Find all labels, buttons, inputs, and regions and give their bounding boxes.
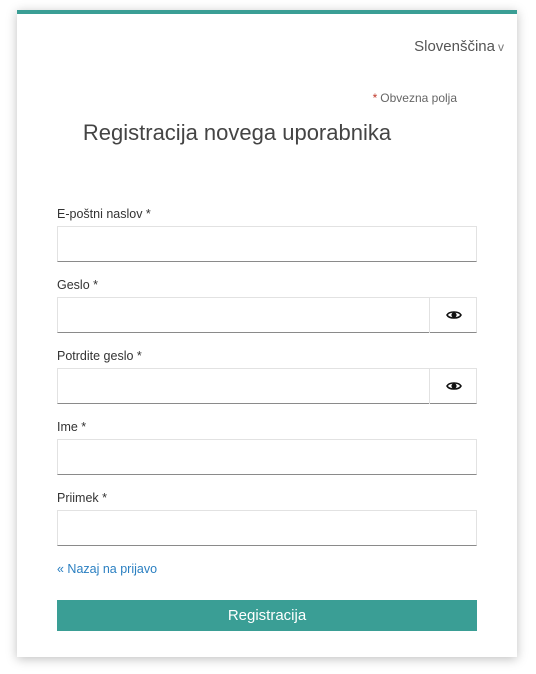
first-name-field-group: Ime * <box>57 420 477 475</box>
show-password-button[interactable] <box>429 297 477 333</box>
required-fields-note: * Obvezna polja <box>373 91 457 105</box>
last-name-label: Priimek * <box>57 491 108 505</box>
email-field-group: E-poštni naslov * <box>57 207 477 262</box>
password-input[interactable] <box>57 297 477 333</box>
email-label: E-poštni naslov * <box>57 207 151 221</box>
register-button[interactable]: Registracija <box>57 600 477 631</box>
email-input[interactable] <box>57 226 477 262</box>
confirm-password-field-group: Potrdite geslo * <box>57 349 477 404</box>
required-star: * <box>372 91 378 105</box>
last-name-input[interactable] <box>57 510 477 546</box>
language-selector[interactable]: Slovenščina v <box>414 38 504 55</box>
eye-icon <box>445 382 462 390</box>
eye-icon <box>445 311 462 319</box>
back-to-login-link[interactable]: « Nazaj na prijavo <box>57 562 157 576</box>
chevron-down-icon: v <box>498 40 504 54</box>
last-name-field-group: Priimek * <box>57 491 477 546</box>
registration-card: Slovenščina v * Obvezna polja Registracija… <box>17 10 517 657</box>
show-confirm-password-button[interactable] <box>429 368 477 404</box>
password-field-group: Geslo * <box>57 278 477 333</box>
required-note-text: Obvezna polja <box>380 91 457 105</box>
first-name-label: Ime * <box>57 420 87 434</box>
first-name-input[interactable] <box>57 439 477 475</box>
page-title: Registracija novega uporabnika <box>82 120 392 145</box>
password-label: Geslo * <box>57 278 98 292</box>
language-label: Slovenščina <box>414 38 495 55</box>
confirm-password-label: Potrdite geslo * <box>57 349 142 363</box>
confirm-password-input[interactable] <box>57 368 477 404</box>
